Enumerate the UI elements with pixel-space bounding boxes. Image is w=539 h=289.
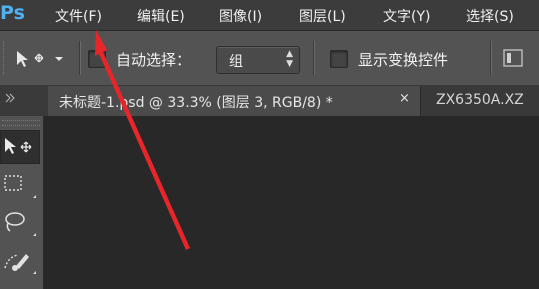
quick-select-tool-icon [4, 254, 29, 271]
menu-file[interactable]: 文件(F) [55, 6, 102, 26]
options-bar: 自动选择： 组 ▲ ▼ 显示变换控件 [0, 31, 539, 86]
tool-flyout-indicator [33, 271, 36, 274]
tab-untitled-1[interactable]: 未标题-1.psd @ 33.3% (图层 3, RGB/8) * × [48, 86, 421, 116]
tab-zx6350a[interactable]: ZX6350A.XZ [421, 86, 539, 116]
menu-image[interactable]: 图像(I) [219, 6, 262, 26]
collapse-icon[interactable] [0, 86, 43, 116]
lasso-tool[interactable] [0, 206, 38, 238]
tool-flyout-indicator [33, 233, 36, 236]
menu-bar: Ps 文件(F) 编辑(E) 图像(I) 图层(L) 文字(Y) 选择(S) [0, 0, 539, 31]
separator [313, 41, 315, 75]
move-tool-preset-icon [17, 51, 63, 67]
auto-select-checkbox[interactable] [88, 50, 106, 68]
auto-select-label: 自动选择： [116, 51, 192, 69]
menu-type[interactable]: 文字(Y) [383, 6, 430, 26]
updown-arrows-icon: ▲ ▼ [286, 49, 293, 69]
separator [490, 41, 492, 75]
tab-title: 未标题-1.psd @ 33.3% (图层 3, RGB/8) * [59, 95, 333, 111]
toolbox [0, 116, 44, 289]
show-transform-checkbox[interactable] [330, 50, 348, 68]
marquee-tool-icon [4, 175, 22, 191]
photoshop-logo: Ps [0, 2, 25, 24]
toolbox-grip[interactable] [2, 120, 40, 126]
options-bar-grip[interactable] [3, 41, 6, 75]
menu-layer[interactable]: 图层(L) [299, 6, 346, 26]
close-icon[interactable]: × [399, 91, 410, 106]
align-icon[interactable] [503, 49, 523, 67]
menu-select[interactable]: 选择(S) [466, 6, 514, 26]
auto-select-value: 组 [229, 54, 243, 70]
quick-select-tool[interactable] [0, 244, 38, 276]
show-transform-label: 显示变换控件 [358, 51, 449, 69]
toolbox-header [0, 86, 43, 116]
move-tool-icon [5, 138, 32, 154]
lasso-tool-icon [5, 212, 25, 232]
separator [79, 41, 81, 75]
auto-select-dropdown[interactable]: 组 ▲ ▼ [216, 46, 300, 74]
tool-preset-picker[interactable] [15, 48, 75, 70]
marquee-tool[interactable] [0, 168, 38, 200]
tab-title: ZX6350A.XZ [436, 92, 524, 108]
menu-edit[interactable]: 编辑(E) [137, 6, 185, 26]
move-tool[interactable] [0, 130, 40, 164]
tool-flyout-indicator [33, 195, 36, 198]
chevron-down-icon [55, 57, 63, 61]
document-canvas[interactable] [44, 116, 539, 289]
